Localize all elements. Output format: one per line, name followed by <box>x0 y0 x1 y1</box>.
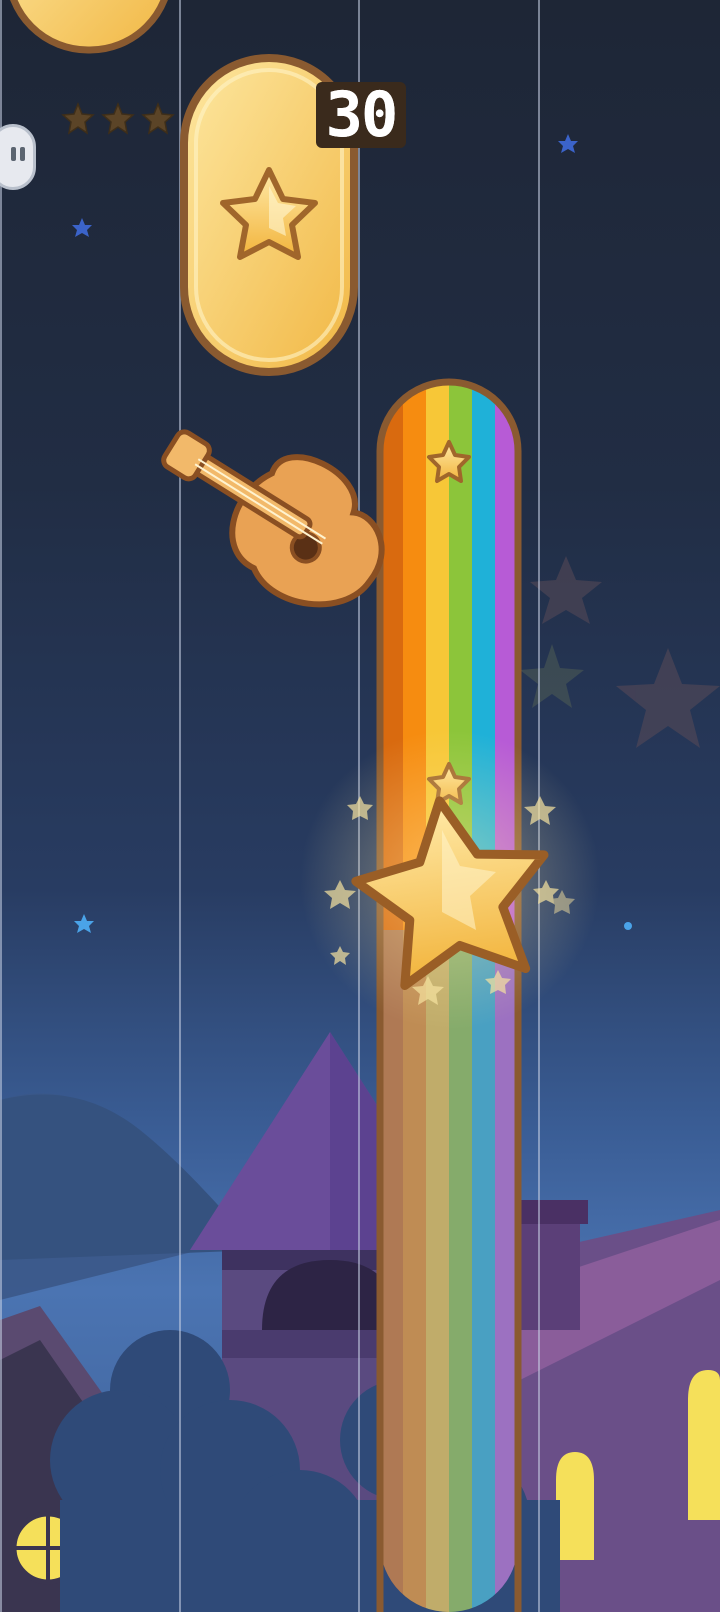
big-star-icon <box>300 730 600 1030</box>
rating-star-1 <box>61 101 95 135</box>
star-rating <box>61 101 175 135</box>
rating-star-3 <box>141 101 175 135</box>
game-screen: 30 <box>0 0 720 1612</box>
pause-button[interactable] <box>0 124 36 190</box>
pause-icon <box>11 147 16 161</box>
rating-star-2 <box>101 101 135 135</box>
guitar-icon <box>161 429 385 608</box>
score-counter: 30 <box>316 82 406 148</box>
tiles-layer <box>8 0 600 1612</box>
gold-tile-partial[interactable] <box>8 0 170 54</box>
